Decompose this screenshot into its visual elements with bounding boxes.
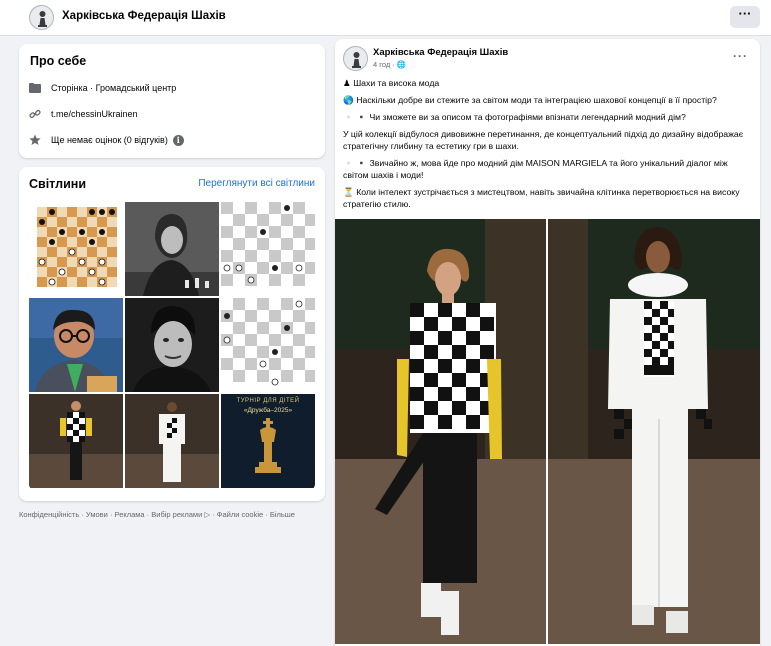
post-options-button[interactable]: ···	[733, 49, 748, 63]
post-photo[interactable]	[548, 219, 760, 644]
post-line: ▫️ ▪️ Чи зможете ви за описом та фотогра…	[343, 112, 686, 122]
post-line: ▫️ ▪️ Звичайно ж, мова йде про модний ді…	[343, 158, 728, 180]
about-category-row: Сторінка · Громадський центр	[29, 81, 176, 95]
post-line: У цій колекції відбулося дивовижне перет…	[343, 129, 744, 151]
about-category: Сторінка · Громадський центр	[51, 83, 177, 93]
photo-thumbnail[interactable]	[125, 202, 219, 296]
post-photo[interactable]	[335, 219, 546, 644]
photo-thumbnail[interactable]	[125, 298, 219, 392]
post-line: ♟ Шахи та висока мода	[343, 78, 440, 88]
about-card: Про себе Сторінка · Громадський центр t.…	[19, 44, 325, 158]
about-rating: Ще немає оцінок (0 відгуків)	[51, 135, 168, 145]
see-all-photos-link[interactable]: Переглянути всі світлини	[198, 178, 315, 189]
chess-pawn-icon	[30, 6, 53, 29]
post-media	[335, 219, 760, 646]
footer-links[interactable]: Конфіденційність · Умови · Реклама · Виб…	[19, 510, 295, 519]
about-link[interactable]: t.me/chessinUkrainen	[51, 109, 138, 119]
chess-pawn-icon	[344, 47, 367, 70]
post-author[interactable]: Харківська Федерація Шахів	[373, 47, 508, 58]
about-rating-row: Ще немає оцінок (0 відгуків) i	[29, 133, 184, 147]
info-icon[interactable]: i	[172, 134, 184, 146]
photos-grid: ТУРНІР ДЛЯ ДІТЕЙ «Дружба–2025»	[29, 202, 315, 490]
photos-card: Світлини Переглянути всі світлини ТУРНІР…	[19, 167, 325, 501]
post-author-avatar[interactable]	[343, 46, 368, 71]
link-icon	[29, 108, 41, 120]
post-line: ⏳ Коли інтелект зустрічається з мистецтв…	[343, 187, 740, 209]
page-icon	[29, 82, 41, 94]
photo-thumbnail[interactable]	[29, 298, 123, 392]
page-header: Харківська Федерація Шахів ···	[0, 0, 771, 36]
post-timestamp[interactable]: 4 год · 🌐	[373, 60, 406, 69]
post-line: 🌎 Наскільки добре ви стежите за світом м…	[343, 95, 717, 105]
chess-king-icon	[255, 418, 281, 473]
photo-thumbnail[interactable]	[29, 202, 123, 296]
star-icon	[29, 134, 41, 146]
photo-thumbnail[interactable]: ТУРНІР ДЛЯ ДІТЕЙ «Дружба–2025»	[221, 394, 315, 488]
photo-thumbnail[interactable]	[221, 202, 315, 296]
page-avatar[interactable]	[29, 5, 54, 30]
post-card: Харківська Федерація Шахів 4 год · 🌐 ···…	[335, 39, 760, 646]
page-title[interactable]: Харківська Федерація Шахів	[62, 10, 226, 22]
about-link-row: t.me/chessinUkrainen	[29, 107, 138, 121]
about-title: Про себе	[30, 54, 87, 68]
photo-thumbnail[interactable]	[125, 394, 219, 488]
photos-title: Світлини	[29, 177, 87, 191]
more-options-button[interactable]: ···	[730, 6, 760, 28]
photo-thumbnail[interactable]	[29, 394, 123, 488]
photo-thumbnail[interactable]	[221, 298, 315, 392]
post-text: ♟ Шахи та висока мода 🌎 Наскільки добре …	[343, 77, 755, 215]
